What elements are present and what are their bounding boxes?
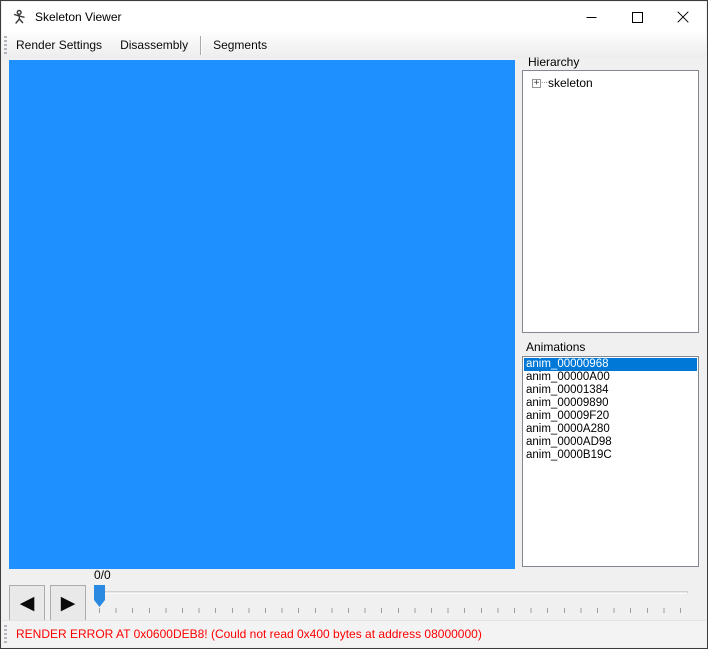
maximize-icon: [632, 12, 643, 23]
frame-slider-track[interactable]: [96, 591, 688, 594]
animations-list[interactable]: anim_00000968 anim_00000A00 anim_0000138…: [522, 356, 699, 567]
window-title: Skeleton Viewer: [35, 10, 122, 24]
toolbar-separator: [200, 36, 201, 55]
menu-render-settings[interactable]: Render Settings: [7, 33, 111, 57]
list-item[interactable]: anim_00009F20: [524, 410, 697, 423]
menu-toolbar: Render Settings Disassembly Segments: [2, 32, 706, 58]
minimize-button[interactable]: [568, 2, 614, 32]
next-arrow-icon: ▶: [61, 594, 76, 613]
list-item[interactable]: anim_00001384: [524, 384, 697, 397]
minimize-icon: [586, 12, 597, 23]
list-item[interactable]: anim_0000B19C: [524, 449, 697, 462]
hierarchy-tree[interactable]: + skeleton: [522, 70, 699, 333]
render-viewport[interactable]: [9, 60, 515, 569]
tree-expand-icon[interactable]: +: [532, 79, 541, 88]
menu-disassembly[interactable]: Disassembly: [111, 33, 197, 57]
list-item[interactable]: anim_0000AD98: [524, 436, 697, 449]
close-icon: [677, 11, 689, 23]
list-item[interactable]: anim_0000A280: [524, 423, 697, 436]
tree-node-label: skeleton: [548, 76, 593, 90]
frame-slider-ticks: [99, 608, 688, 613]
prev-arrow-icon: ◀: [20, 594, 35, 613]
statusbar-grip-handle[interactable]: [4, 625, 7, 643]
animations-label: Animations: [526, 340, 585, 354]
render-error-message: RENDER ERROR AT 0x0600DEB8! (Could not r…: [16, 627, 482, 641]
status-bar: RENDER ERROR AT 0x0600DEB8! (Could not r…: [2, 620, 706, 647]
skeleton-app-icon: [11, 9, 28, 26]
tree-connector: [542, 82, 547, 84]
window-controls: [568, 2, 706, 32]
list-item[interactable]: anim_00000968: [524, 358, 697, 371]
maximize-button[interactable]: [614, 2, 660, 32]
next-frame-button[interactable]: ▶: [50, 585, 86, 621]
frame-counter: 0/0: [94, 568, 111, 582]
title-bar: Skeleton Viewer: [2, 2, 706, 32]
app-window: Skeleton Viewer Render Settings Disassem…: [0, 0, 708, 649]
menu-segments[interactable]: Segments: [204, 33, 276, 57]
close-button[interactable]: [660, 2, 706, 32]
hierarchy-label: Hierarchy: [528, 55, 579, 69]
frame-slider-thumb[interactable]: [94, 585, 105, 607]
list-item[interactable]: anim_00009890: [524, 397, 697, 410]
list-item[interactable]: anim_00000A00: [524, 371, 697, 384]
tree-node-skeleton[interactable]: + skeleton: [532, 76, 698, 90]
prev-frame-button[interactable]: ◀: [9, 585, 45, 621]
